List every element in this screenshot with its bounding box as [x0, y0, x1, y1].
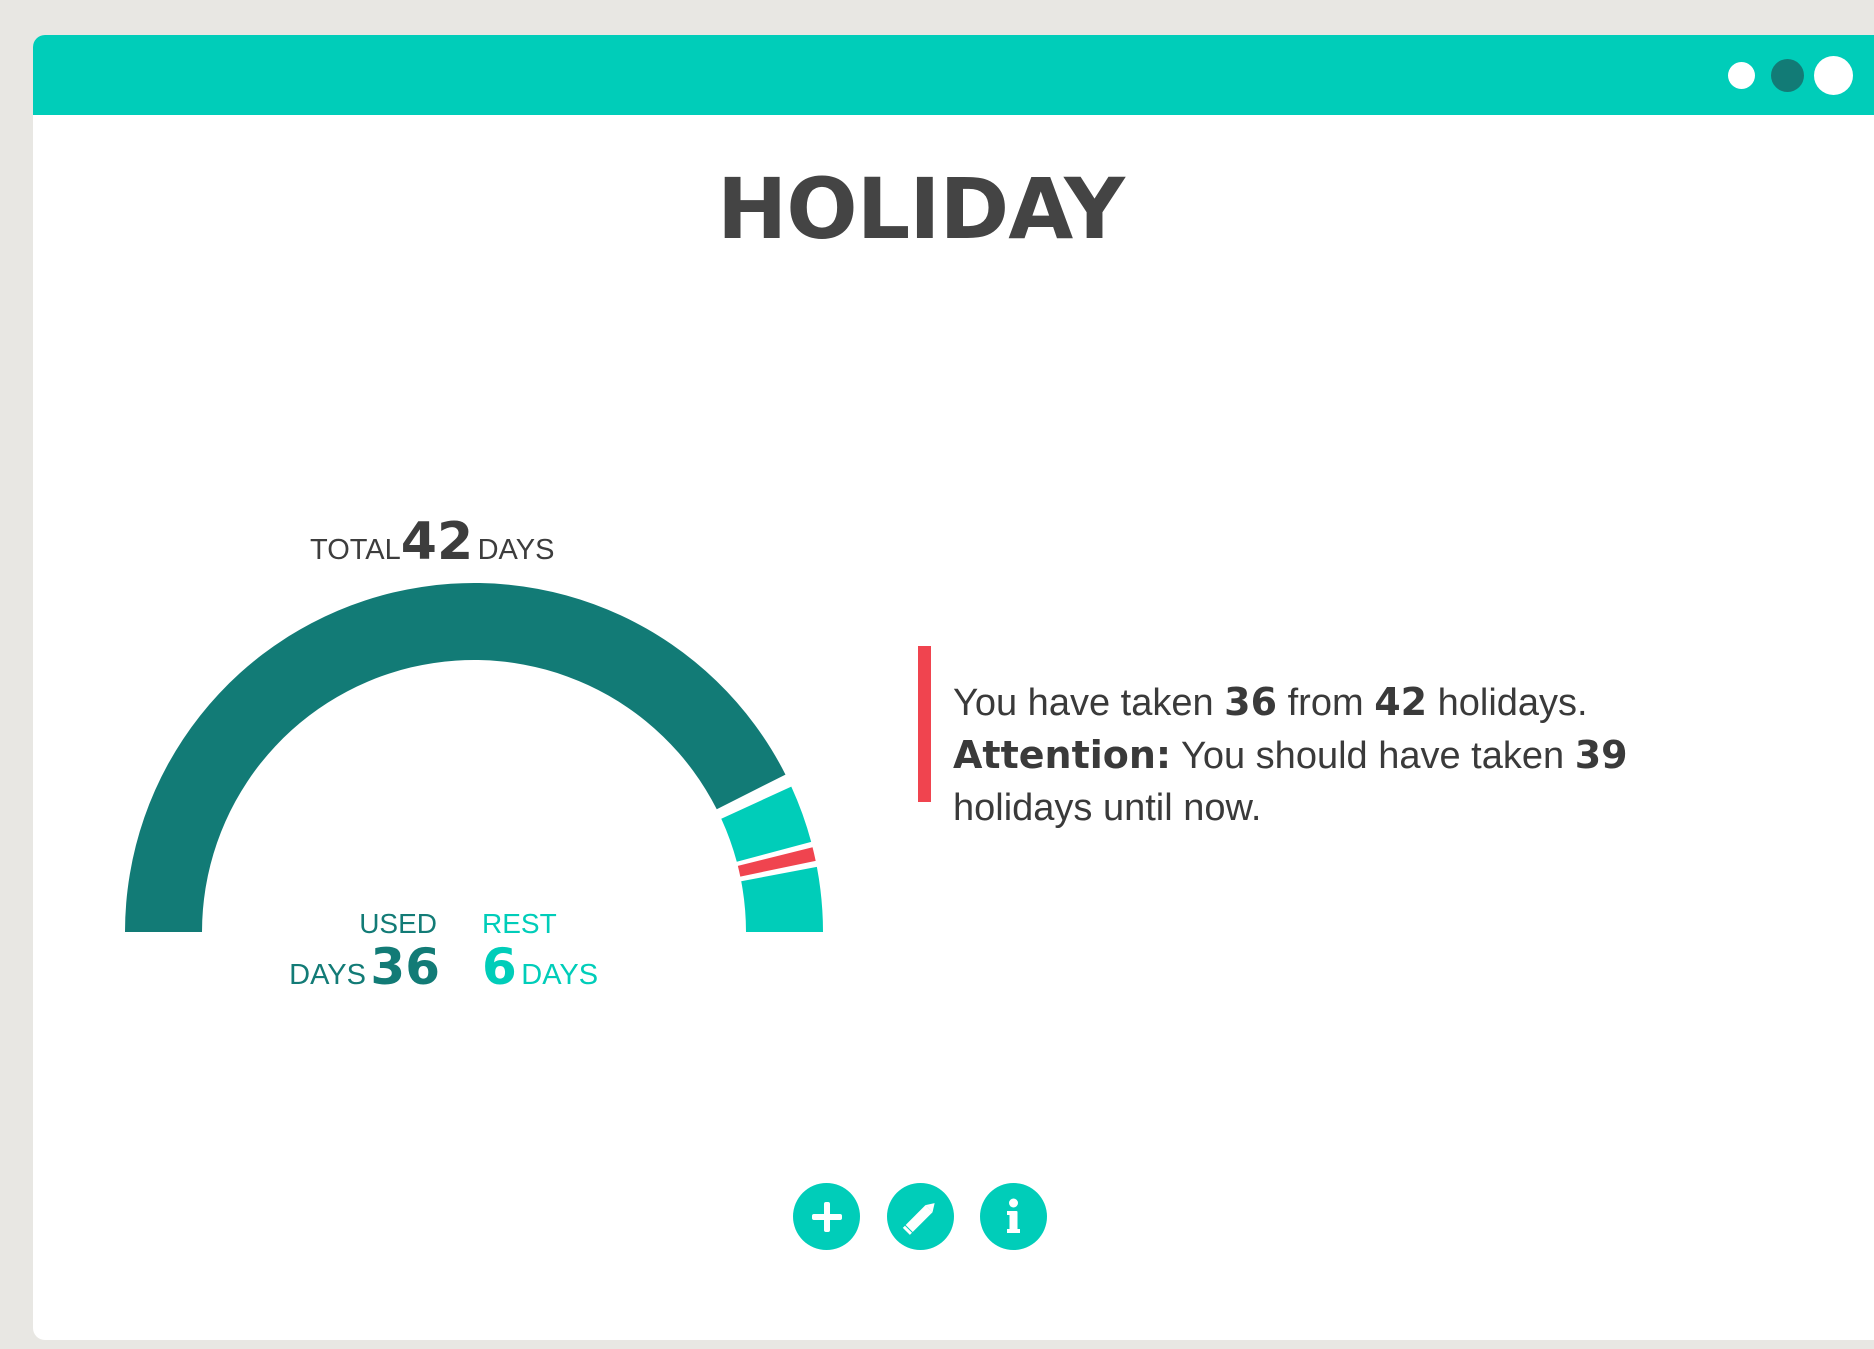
used-label: USED [359, 908, 437, 939]
rest-unit: DAYS [521, 959, 599, 991]
message-text: You have taken [953, 682, 1225, 724]
pencil-icon [902, 1203, 935, 1235]
rest-label: REST [482, 908, 557, 939]
rest-number: 6 [482, 938, 517, 996]
message-text: holidays until now. [953, 787, 1262, 829]
plus-icon [812, 1202, 842, 1232]
used-value: DAYS 36 [235, 938, 440, 996]
used-unit: DAYS [289, 959, 366, 991]
message-attention: Attention: [953, 733, 1172, 777]
message-total: 42 [1374, 680, 1428, 724]
holiday-gauge [125, 583, 823, 932]
message-text: from [1277, 682, 1375, 724]
add-button[interactable] [793, 1183, 860, 1250]
edit-button[interactable] [887, 1183, 954, 1250]
message-text: holidays. [1427, 682, 1588, 724]
used-number: 36 [370, 938, 440, 996]
message-text: You should have taken [1171, 735, 1575, 777]
info-button[interactable] [980, 1183, 1047, 1250]
info-icon [1007, 1198, 1020, 1233]
attention-bar [918, 646, 931, 802]
rest-value: 6 DAYS [482, 938, 598, 996]
message-expected: 39 [1574, 733, 1628, 777]
message-taken: 36 [1224, 680, 1278, 724]
gauge-rest-segment [741, 866, 823, 932]
holiday-message: You have taken 36 from 42 holidays. Atten… [953, 676, 1773, 834]
gauge-used-segment [125, 583, 786, 932]
